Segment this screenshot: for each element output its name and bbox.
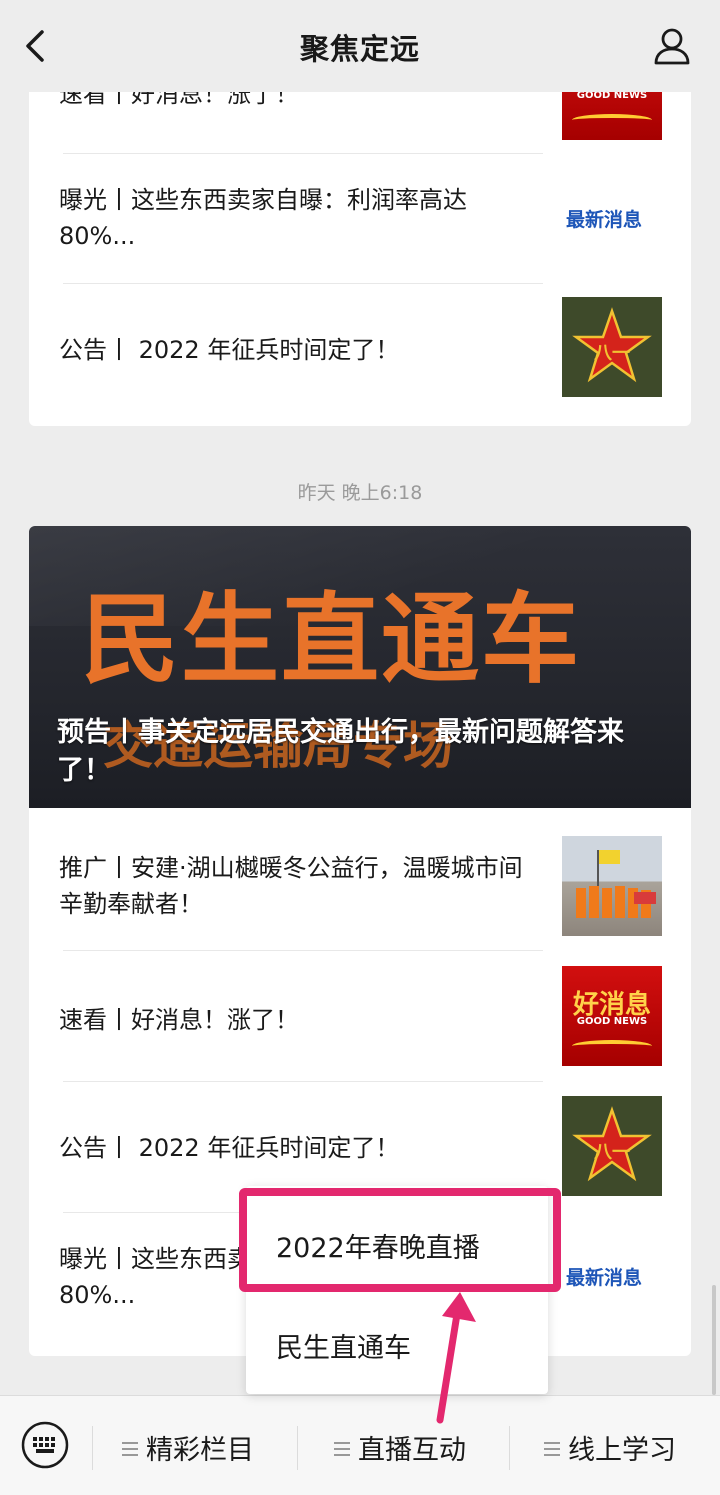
article-title: 曝光丨这些东西卖家自曝：利润率高达80%... bbox=[59, 186, 467, 250]
highlight-annotation-box bbox=[239, 1188, 561, 1292]
divider bbox=[92, 1426, 93, 1470]
svg-text:八一: 八一 bbox=[594, 343, 630, 364]
latest-news-thumbnail: 最新消息 bbox=[562, 1227, 662, 1327]
article-title: 推广丨安建·湖山樾暖冬公益行，温暖城市间辛勤奉献者！ bbox=[59, 854, 523, 918]
army-star-thumbnail: 八一 bbox=[562, 1096, 662, 1196]
feature-banner[interactable]: 民生直通车 交通运输局专场 预告丨事关定远居民交通出行，最新问题解答来了！ bbox=[29, 526, 691, 808]
message-timestamp: 昨天 晚上6:18 bbox=[297, 482, 423, 504]
divider bbox=[509, 1426, 510, 1470]
arrow-annotation-icon bbox=[436, 1292, 476, 1424]
article-title: 公告丨 2022 年征兵时间定了！ bbox=[59, 336, 400, 364]
banner-article-title: 预告丨事关定远居民交通出行，最新问题解答来了！ bbox=[57, 717, 624, 786]
profile-button[interactable] bbox=[652, 26, 692, 66]
keyboard-toggle-button[interactable] bbox=[20, 1420, 70, 1470]
page-title: 聚焦定远 bbox=[299, 32, 420, 66]
article-card-previous: 速看丨好消息！涨了！ 好消息 GOOD NEWS 曝光丨这些东西卖家自曝：利润率… bbox=[29, 60, 691, 426]
bottom-menu-bar: 精彩栏目 直播互动 线上学习 bbox=[0, 1395, 720, 1495]
list-item[interactable]: 公告丨 2022 年征兵时间定了！ 八一 bbox=[29, 284, 691, 426]
menu-lines-icon bbox=[544, 1442, 560, 1456]
list-item[interactable]: 速看丨好消息！涨了！ 好消息 GOOD NEWS bbox=[29, 951, 691, 1081]
svg-text:八一: 八一 bbox=[594, 1142, 630, 1163]
keyboard-icon bbox=[21, 1421, 69, 1469]
banner-headline: 民生直通车 bbox=[81, 583, 582, 697]
menu-tab-featured-columns[interactable]: 精彩栏目 bbox=[122, 1428, 254, 1467]
scrollbar[interactable] bbox=[712, 1285, 716, 1395]
menu-item-livelihood-express[interactable]: 民生直通车 bbox=[246, 1290, 548, 1394]
menu-item-label: 民生直通车 bbox=[276, 1333, 411, 1364]
article-title: 速看丨好消息！涨了！ bbox=[59, 1006, 299, 1034]
menu-tab-online-learning[interactable]: 线上学习 bbox=[544, 1428, 676, 1467]
article-title: 公告丨 2022 年征兵时间定了！ bbox=[59, 1134, 400, 1162]
good-news-thumbnail: 好消息 GOOD NEWS bbox=[562, 966, 662, 1066]
navigation-bar: 聚焦定远 bbox=[0, 0, 720, 92]
person-icon bbox=[654, 28, 690, 65]
army-star-thumbnail: 八一 bbox=[562, 297, 662, 397]
list-item[interactable]: 推广丨安建·湖山樾暖冬公益行，温暖城市间辛勤奉献者！ bbox=[29, 808, 691, 950]
menu-tab-live-interaction[interactable]: 直播互动 bbox=[334, 1428, 466, 1467]
divider bbox=[297, 1426, 298, 1470]
latest-news-thumbnail: 最新消息 bbox=[562, 169, 662, 269]
menu-lines-icon bbox=[334, 1442, 350, 1456]
list-item[interactable]: 曝光丨这些东西卖家自曝：利润率高达80%... 最新消息 bbox=[29, 154, 691, 284]
menu-lines-icon bbox=[122, 1442, 138, 1456]
volunteer-photo-thumbnail bbox=[562, 836, 662, 936]
